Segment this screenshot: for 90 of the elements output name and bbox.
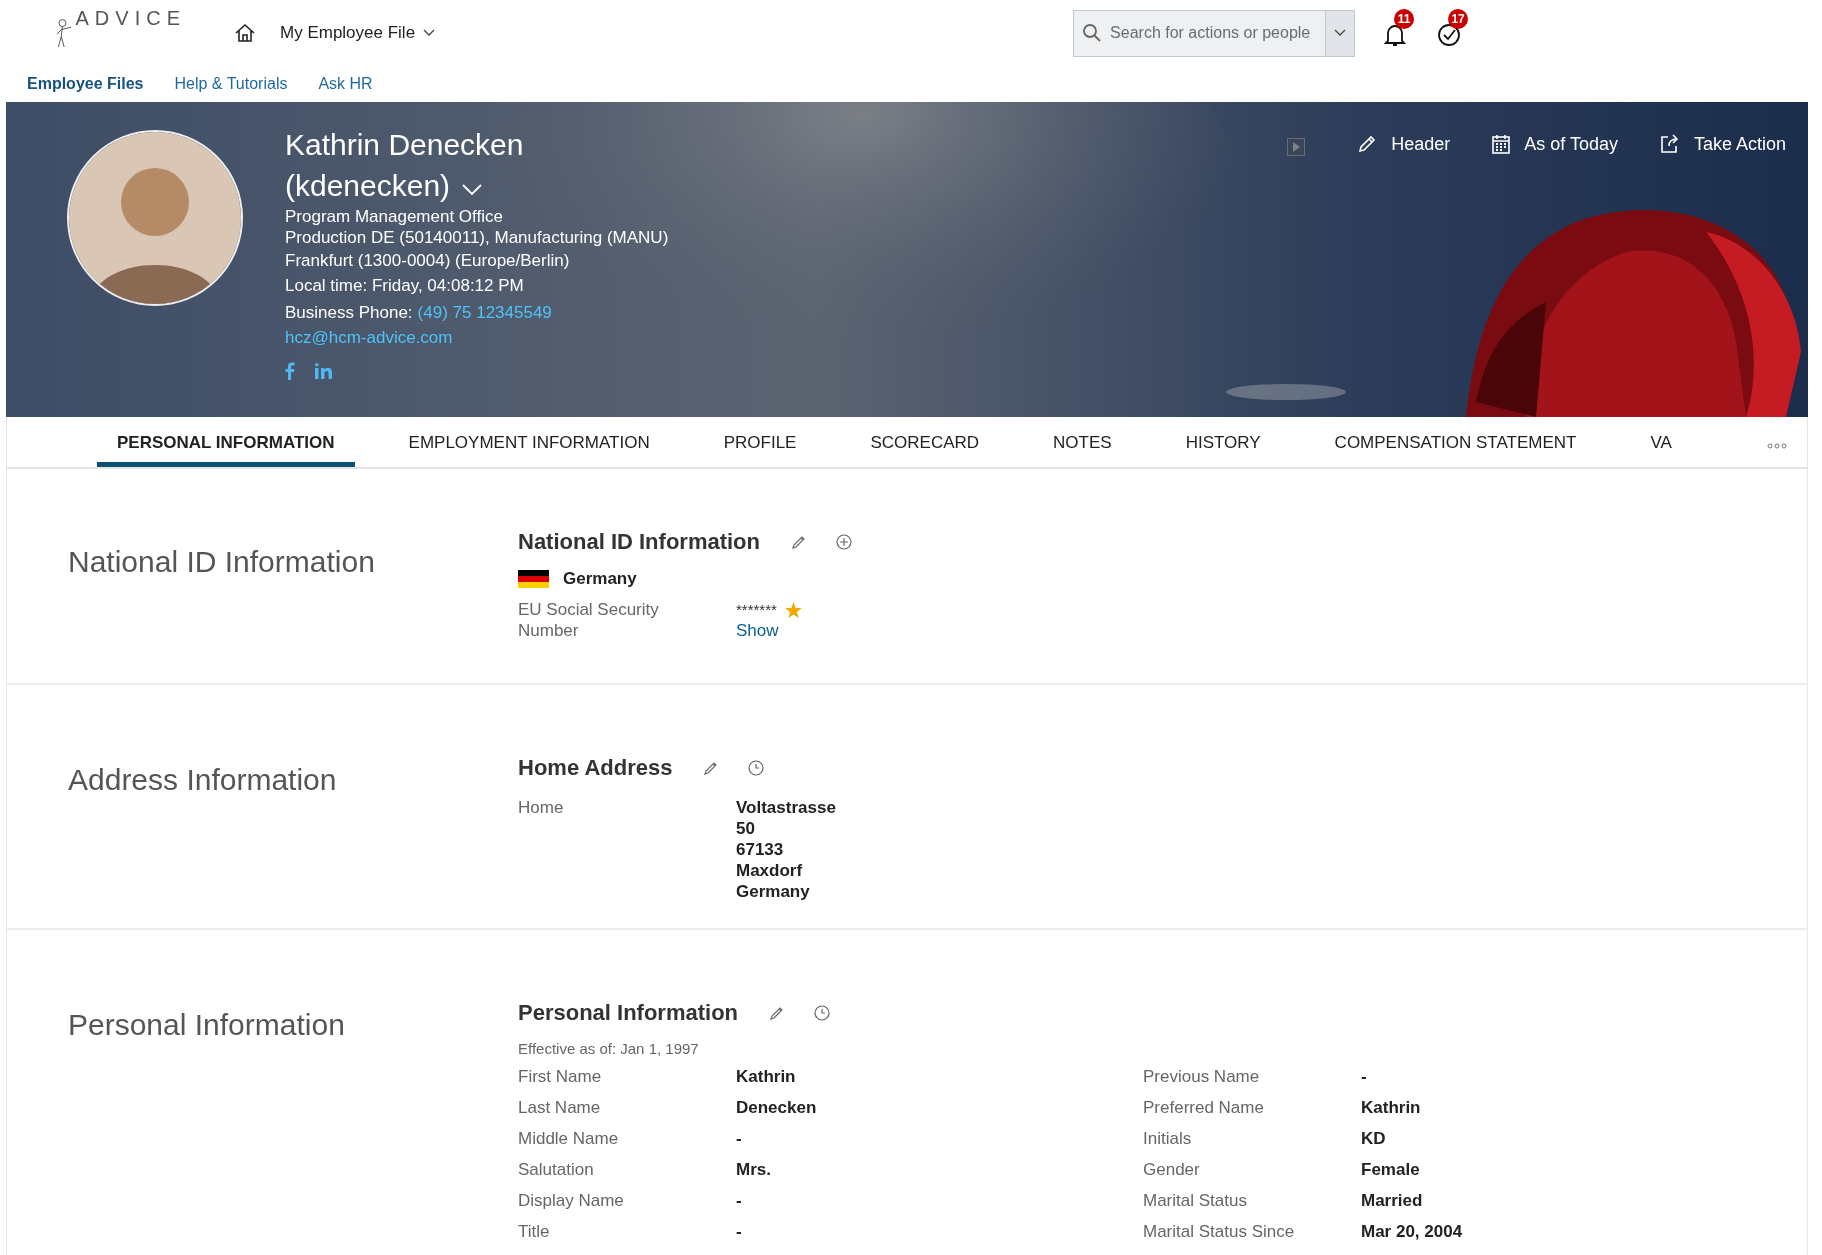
country-name: Germany: [563, 569, 637, 589]
field-value: -: [736, 1128, 742, 1149]
employee-name: Kathrin Denecken: [285, 127, 525, 163]
logo-text: ADVICE: [75, 7, 186, 30]
address-line: 67133: [736, 839, 785, 860]
username: (kdenecken): [285, 168, 451, 204]
field-label: EU Social Security Number: [518, 599, 660, 641]
card-title: National ID Information: [518, 529, 760, 555]
field-label: Preferred Name: [1143, 1097, 1265, 1118]
show-link[interactable]: Show: [736, 620, 802, 641]
field-value: Mar 20, 2004: [1361, 1221, 1463, 1242]
header-detail: Program Management Office: [285, 206, 504, 227]
header-action-button[interactable]: Header: [1357, 133, 1451, 155]
header-detail: Production DE (50140011), Manufacturing (MANU): [285, 227, 669, 248]
play-icon[interactable]: [1287, 138, 1306, 156]
field-value: Female: [1361, 1159, 1420, 1180]
effective-date: Effective as of: Jan 1, 1997: [518, 1040, 700, 1057]
pencil-icon: [1357, 134, 1378, 154]
address-line: 50: [736, 818, 756, 839]
pencil-icon[interactable]: [770, 1006, 785, 1020]
field-label: Home: [518, 797, 565, 819]
bell-icon[interactable]: [1384, 23, 1407, 47]
caret-icon: [423, 29, 436, 37]
section-title: Personal Information: [67, 1007, 346, 1043]
address-line: Voltastrasse: [736, 797, 836, 818]
pencil-icon[interactable]: [792, 535, 806, 549]
employee-file-menu[interactable]: My Employee File: [280, 23, 436, 43]
tab[interactable]: EMPLOYMENT INFORMATION: [388, 417, 670, 467]
field-value: Denecken: [736, 1097, 817, 1118]
address-line: Germany: [736, 881, 811, 902]
notification-count: 11: [1394, 9, 1415, 29]
field-label: Salutation: [518, 1159, 595, 1180]
nav-link[interactable]: Help & Tutorials: [174, 75, 288, 93]
pencil-icon[interactable]: [704, 761, 719, 775]
tab[interactable]: NOTES: [1033, 417, 1132, 467]
caret-icon: [1334, 29, 1347, 37]
tab[interactable]: HISTORY: [1165, 417, 1281, 467]
field-label: First Name: [518, 1066, 603, 1087]
clock-icon[interactable]: [814, 1005, 831, 1021]
card-title: Personal Information: [518, 1000, 739, 1026]
germany-flag-icon: [518, 570, 549, 588]
tab[interactable]: PROFILE: [703, 417, 817, 467]
field-value: KD: [1361, 1128, 1386, 1149]
email-link[interactable]: hcz@hcm-advice.com: [285, 325, 669, 350]
header-detail: Local time: Friday, 04:08:12 PM: [285, 275, 525, 297]
field-label: Previous Name: [1143, 1066, 1261, 1087]
linkedin-icon[interactable]: [315, 363, 332, 379]
clock-icon[interactable]: [748, 760, 765, 776]
header-action-button[interactable]: As of Today: [1492, 133, 1618, 155]
plus-circle-icon[interactable]: [836, 534, 852, 550]
phone-link[interactable]: (49) 75 12345549: [417, 300, 552, 325]
field-value: Married: [1361, 1190, 1423, 1211]
field-label: Last Name: [518, 1097, 602, 1118]
chevron-down-icon[interactable]: [462, 183, 483, 196]
phone-label: Business Phone:: [285, 302, 413, 324]
tab[interactable]: VA: [1630, 417, 1692, 467]
field-value: -: [1361, 1066, 1367, 1087]
search-icon: [1082, 22, 1103, 43]
field-label: Marital Status: [1143, 1190, 1248, 1211]
search-field[interactable]: Search for actions or people: [1073, 9, 1326, 57]
field-label: Display Name: [518, 1190, 625, 1211]
field-value: Kathrin: [736, 1066, 796, 1087]
nav-link[interactable]: Ask HR: [318, 75, 373, 93]
calendar-icon: [1492, 134, 1511, 154]
header-detail: Frankfurt (1300-0004) (Europe/Berlin): [285, 250, 571, 272]
field-label: Marital Status Since: [1143, 1221, 1296, 1242]
masked-value: *******: [736, 600, 777, 620]
task-count: 17: [1448, 9, 1469, 29]
tab[interactable]: PERSONAL INFORMATION: [97, 417, 355, 467]
check-circle-icon[interactable]: [1437, 23, 1462, 47]
facebook-icon[interactable]: [285, 362, 295, 380]
tab[interactable]: SCORECARD: [850, 417, 1000, 467]
field-value: Mrs.: [736, 1159, 771, 1180]
home-icon[interactable]: [234, 23, 256, 43]
tab[interactable]: COMPENSATION STATEMENT: [1314, 417, 1597, 467]
section-title: National ID Information: [67, 544, 376, 580]
header-action-button[interactable]: Take Action: [1659, 133, 1786, 155]
field-label: Gender: [1143, 1159, 1201, 1180]
field-label: Initials: [1143, 1128, 1193, 1149]
field-label: Title: [518, 1221, 551, 1242]
card-title: Home Address: [518, 755, 673, 781]
section-title: Address Information: [67, 762, 338, 798]
field-value: -: [736, 1221, 742, 1242]
more-icon[interactable]: [1767, 443, 1787, 449]
field-value: Kathrin: [1361, 1097, 1421, 1118]
nav-link[interactable]: Employee Files: [27, 75, 144, 93]
field-label: Middle Name: [518, 1128, 620, 1149]
address-line: Maxdorf: [736, 860, 804, 881]
field-value: -: [736, 1190, 742, 1211]
share-icon: [1659, 134, 1680, 154]
